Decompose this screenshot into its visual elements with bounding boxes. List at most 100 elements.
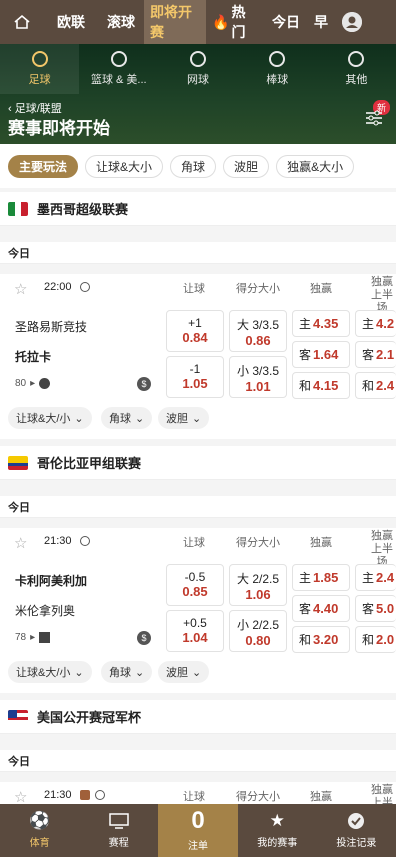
odd-value: 3.20: [313, 632, 339, 647]
ml-label: 客: [299, 348, 312, 362]
dropdown-corners[interactable]: 角球 ⌄: [101, 661, 153, 683]
ml-away-cell[interactable]: 客 4.40: [292, 595, 350, 622]
half-ml-away-cell[interactable]: 客 2.1: [355, 341, 396, 368]
tab-early[interactable]: 早: [308, 0, 334, 44]
col-half-label: 独赢: [371, 530, 393, 542]
nav-betslip[interactable]: 0 注单: [158, 804, 238, 857]
odd-value: 2.0: [376, 632, 395, 647]
sport-basketball[interactable]: 篮球 & 美...: [79, 44, 158, 94]
ml-draw-cell[interactable]: 和 3.20: [292, 626, 350, 653]
home-icon[interactable]: [0, 0, 44, 44]
star-icon[interactable]: ☆: [14, 788, 27, 804]
half-ml-away-cell[interactable]: 客 5.0: [355, 595, 396, 622]
league-header[interactable]: 美国公开赛冠军杯: [0, 700, 396, 734]
league-header[interactable]: 墨西哥超级联赛: [0, 192, 396, 226]
dropdown-corners[interactable]: 角球 ⌄: [101, 407, 153, 429]
top-nav: 欧联 滚球 即将开赛 🔥 热门 今日 早: [0, 0, 396, 44]
play-icon[interactable]: [39, 378, 51, 389]
odd-value: 4.15: [313, 378, 339, 393]
handicap-away-cell[interactable]: +0.5 1.04: [166, 610, 224, 652]
divider: [0, 226, 396, 240]
sport-baseball[interactable]: 棒球: [238, 44, 317, 94]
col-half-moneyline: 独赢上半场: [368, 784, 396, 804]
handicap-home-cell[interactable]: -0.5 0.85: [166, 564, 224, 606]
soccer-ball-icon: [31, 51, 48, 67]
under-cell[interactable]: 小 3/3.5 1.01: [229, 356, 287, 398]
tab-hot[interactable]: 🔥 热门: [206, 0, 264, 44]
odd-value: 4.2: [376, 316, 395, 331]
over-cell[interactable]: 大 3/3.5 0.86: [229, 310, 287, 352]
day-label: 今日: [0, 496, 396, 518]
over-cell[interactable]: 大 2/2.5 1.06: [229, 564, 287, 606]
ml-label: 和: [299, 633, 312, 647]
tab-upcoming[interactable]: 即将开赛: [144, 0, 206, 44]
cashout-icon[interactable]: $: [137, 377, 151, 391]
nav-label: 投注记录: [336, 838, 377, 849]
nav-my-events[interactable]: ★ 我的赛事: [238, 804, 317, 857]
league-header[interactable]: 哥伦比亚甲组联赛: [0, 446, 396, 480]
chip-ml-ou[interactable]: 独赢&大小: [276, 154, 355, 178]
match-card: ☆ 21:30 让球 得分大小 独赢 独赢上半场: [0, 782, 396, 804]
tab-hot-label: 热门: [231, 4, 246, 40]
ml-label: 和: [362, 379, 375, 393]
col-half-label2: 上半场: [371, 797, 393, 804]
page-title: 赛事即将开始: [8, 119, 110, 138]
col-half-label: 独赢: [371, 276, 393, 288]
col-moneyline: 独赢: [310, 537, 332, 549]
tab-today[interactable]: 今日: [264, 0, 308, 44]
cashout-icon[interactable]: $: [137, 631, 151, 645]
avatar[interactable]: [342, 12, 362, 32]
ml-away-cell[interactable]: 客 1.64: [292, 341, 350, 368]
sport-other[interactable]: 其他: [317, 44, 396, 94]
handicap-away-cell[interactable]: -1 1.05: [166, 356, 224, 398]
chip-handicap-ou[interactable]: 让球&大小: [85, 154, 164, 178]
match-time: 22:00: [44, 281, 72, 293]
chip-corners[interactable]: 角球: [170, 154, 217, 178]
star-icon[interactable]: ☆: [14, 280, 27, 298]
dropdown-label: 波胆: [166, 667, 188, 679]
ml-home-cell[interactable]: 主 4.35: [292, 310, 350, 337]
nav-bet-history[interactable]: 投注记录: [317, 804, 396, 857]
tab-europa-league[interactable]: 欧联: [44, 0, 98, 44]
odd-value: 1.04: [182, 630, 208, 645]
basketball-icon: [110, 51, 127, 67]
stats-icon[interactable]: [39, 632, 51, 643]
sport-label: 足球: [28, 74, 51, 86]
half-ml-draw-cell[interactable]: 和 2.0: [355, 626, 396, 653]
ml-home-cell[interactable]: 主 1.85: [292, 564, 350, 591]
odd-value: 2.4: [376, 570, 395, 585]
dropdown-handicap-ou[interactable]: 让球&大/小 ⌄: [8, 407, 92, 429]
odd-value: 4.35: [313, 316, 339, 331]
ou-line: 小 2/2.5: [236, 618, 280, 632]
dropdown-correct-score[interactable]: 波胆 ⌄: [158, 407, 210, 429]
dropdown-correct-score[interactable]: 波胆 ⌄: [158, 661, 210, 683]
sport-soccer[interactable]: 足球: [0, 44, 80, 94]
sport-tennis[interactable]: 网球: [158, 44, 237, 94]
half-ml-home-cell[interactable]: 主 2.4: [355, 564, 396, 591]
half-ml-home-cell[interactable]: 主 4.2: [355, 310, 396, 337]
clock-icon: [80, 282, 90, 292]
under-cell[interactable]: 小 2/2.5 0.80: [229, 610, 287, 652]
match-header: ☆ 21:30 让球 得分大小 独赢 独赢上半场: [0, 528, 396, 568]
chip-correct-score[interactable]: 波胆: [223, 154, 270, 178]
match-minute: 80: [15, 378, 27, 389]
ml-draw-cell[interactable]: 和 4.15: [292, 372, 350, 399]
odd-value: 0.84: [182, 330, 208, 345]
nav-schedule[interactable]: 赛程: [79, 804, 158, 857]
star-icon[interactable]: ☆: [14, 534, 27, 552]
away-team[interactable]: 米伦拿列奥: [15, 602, 75, 619]
nav-sports[interactable]: ⚽ 体育: [0, 804, 79, 857]
chevron-down-icon: ⌄: [74, 666, 84, 679]
home-team[interactable]: 卡利阿美利加: [15, 572, 87, 589]
tab-live[interactable]: 滚球: [98, 0, 144, 44]
half-ml-draw-cell[interactable]: 和 2.4: [355, 372, 396, 399]
dropdown-handicap-ou[interactable]: 让球&大/小 ⌄: [8, 661, 92, 683]
home-team[interactable]: 圣路易斯竞技: [15, 318, 87, 335]
handicap-home-cell[interactable]: +1 0.84: [166, 310, 224, 352]
filter-icon[interactable]: [364, 108, 384, 128]
chip-main[interactable]: 主要玩法: [8, 154, 79, 178]
match-card: ☆ 22:00 让球 得分大小 独赢 独赢 上半场 圣路易斯竞技 托拉卡 80 ▸ …: [0, 274, 396, 439]
colombia-flag-icon: [8, 455, 28, 470]
away-team[interactable]: 托拉卡: [15, 348, 51, 365]
day-label: 今日: [0, 750, 396, 772]
